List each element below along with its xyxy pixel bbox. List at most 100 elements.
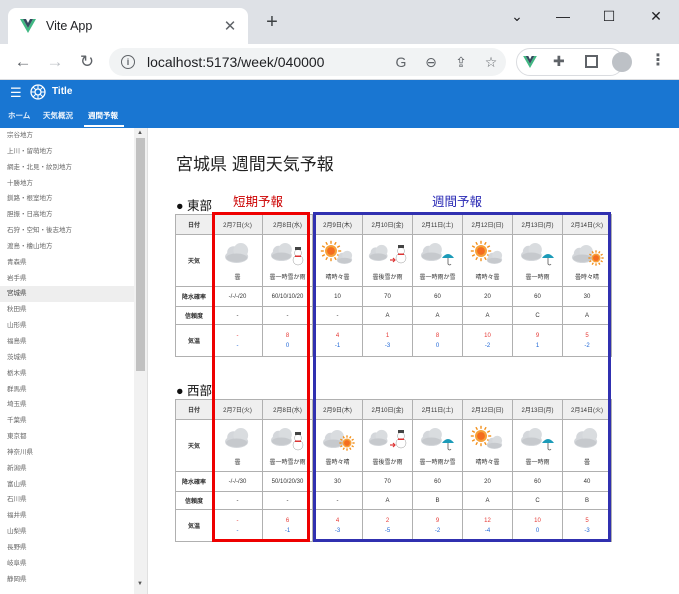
sidebar-item[interactable]: 埼玉県 [0,397,134,413]
sidebar-item[interactable]: 静岡県 [0,572,134,588]
sidebar-item[interactable]: 山形県 [0,318,134,334]
forward-icon[interactable]: → [42,49,68,75]
reliability-cell: B [412,491,463,510]
date-cell: 2月11日(土) [412,399,463,420]
sidebar-item[interactable]: 石狩・空知・後志地方 [0,223,134,239]
cloud-rain-icon [520,242,554,266]
sidebar-item[interactable]: 栃木県 [0,366,134,382]
temp-min: -5 [384,527,391,534]
weather-row: 天気曇 曇一時雪か雨 晴時々曇 曇後雪か雨 曇一時雨か雪 晴時々曇 曇一時雨 曇時々晴 [175,234,612,287]
tab-search-icon[interactable]: ⌄ [494,0,540,32]
sidebar-item[interactable]: 岐阜県 [0,556,134,572]
weather-cell: 曇 [212,234,263,287]
reliability-cell: - [212,491,263,510]
side-panel-icon[interactable] [585,55,598,68]
sidebar-item[interactable]: 茨城県 [0,350,134,366]
close-window-icon[interactable]: ✕ [633,0,679,32]
sidebar-item[interactable]: 上川・留萌地方 [0,144,134,160]
extensions-icon[interactable]: ✚ [553,53,565,70]
forecast-table-east: 日付 2月7日(火) 2月8日(水) 2月9日(木) 2月10日(金) 2月11日(土) 2… [175,214,612,357]
weather-text: 曇一時雨 [525,275,550,281]
back-icon[interactable]: ← [10,49,36,75]
sidebar-item[interactable]: 岩手県 [0,271,134,287]
temp-max: 6 [285,517,290,524]
sidebar-item[interactable]: 山梨県 [0,524,134,540]
reliability-cell: A [362,306,413,325]
reliability-cell: C [512,306,563,325]
tab-overview[interactable]: 天気概況 [43,110,73,121]
bookmark-star-icon[interactable]: ☆ [476,54,506,71]
reliability-cell: - [212,306,263,325]
temperature-cell: 4 -3 [312,509,363,542]
weather-cell: 曇一時雨 [512,234,563,287]
sidebar-item[interactable]: 十勝地方 [0,176,134,192]
weather-text: 晴時々曇 [475,275,500,281]
sidebar-item[interactable]: 宮城県 [0,286,134,303]
sidebar-item[interactable]: 渡島・檜山地方 [0,239,134,255]
weather-cell: 曇時々晴 [312,419,363,472]
sidebar-item[interactable]: 宗谷地方 [0,128,134,144]
date-cell: 2月8日(水) [262,214,313,235]
sidebar-item[interactable]: 網走・北見・紋別地方 [0,160,134,176]
vue-logo-icon [20,19,36,33]
sidebar-item[interactable]: 釧路・根室地方 [0,191,134,207]
tab-weekly-forecast[interactable]: 週間予報 [88,110,118,121]
browser-tab[interactable]: Vite App ✕ [8,8,248,44]
forecast-table-west: 日付 2月7日(火) 2月8日(水) 2月9日(木) 2月10日(金) 2月11日(土) 2… [175,399,612,542]
maximize-icon[interactable]: ☐ [586,0,632,32]
sidebar-item[interactable]: 千葉県 [0,413,134,429]
sidebar-item[interactable]: 秋田県 [0,302,134,318]
minimize-icon[interactable]: — [540,0,586,32]
zoom-icon[interactable]: ⊖ [416,54,446,71]
weather-text: 曇後雪か雨 [372,460,403,466]
address-bar[interactable]: i localhost:5173/week/040000 G ⊖ ⇪ ☆ [109,48,506,76]
more-menu-icon[interactable]: ⋮ [650,50,666,70]
date-cell: 2月12日(日) [462,214,513,235]
tab-close-icon[interactable]: ✕ [218,17,242,35]
url-text[interactable]: localhost:5173/week/040000 [147,54,386,70]
weather-cell: 曇一時雨 [512,419,563,472]
temp-max: 9 [535,332,540,339]
translate-icon[interactable]: G [386,54,416,70]
scroll-down-icon[interactable]: ▼ [137,581,143,587]
temp-min: -1 [334,342,341,349]
tab-home[interactable]: ホーム [8,110,30,121]
sidebar-item[interactable]: 富山県 [0,477,134,493]
reliability-cell: A [462,491,513,510]
temp-max: 5 [585,332,589,339]
scroll-up-icon[interactable]: ▲ [137,130,143,136]
weather-row: 天気曇 曇一時雪か雨 曇時々晴 曇後雪か雨 曇一時雨か雪 晴時々曇 曇一時雨 曇 [175,419,612,472]
info-icon[interactable]: i [121,55,135,69]
sidebar-item[interactable]: 福島県 [0,334,134,350]
sidebar-item[interactable]: 東京都 [0,429,134,445]
prefecture-sidebar: 宗谷地方 上川・留萌地方 網走・北見・紋別地方 十勝地方 釧路・根室地方 胆振・日高地方石… [0,128,148,594]
sidebar-item[interactable]: 群馬県 [0,382,134,398]
hamburger-menu-icon[interactable]: ☰ [10,85,22,101]
sidebar-item[interactable]: 神奈川県 [0,445,134,461]
temp-max: 5 [585,517,589,524]
temperature-cell: 1 -3 [362,324,413,357]
date-cell: 2月10日(金) [362,214,413,235]
sidebar-item[interactable]: 長野県 [0,540,134,556]
temperature-cell: 91 [512,324,563,357]
temperature-cell: -- [212,509,263,542]
temp-min: -2 [484,342,491,349]
sidebar-item[interactable]: 胆振・日高地方 [0,207,134,223]
sun-cloud-icon [470,240,502,264]
pop-cell: 40 [562,471,612,492]
profile-avatar-icon[interactable] [612,52,632,72]
temp-min: 1 [535,342,540,349]
sidebar-item[interactable]: 新潟県 [0,461,134,477]
reliability-cell: B [562,491,612,510]
scroll-thumb[interactable] [136,138,145,371]
reload-icon[interactable]: ↻ [74,49,100,75]
row-label-date: 日付 [175,399,213,420]
share-icon[interactable]: ⇪ [446,54,476,71]
sidebar-item[interactable]: 青森県 [0,255,134,271]
pop-cell: 60 [512,471,563,492]
sidebar-item[interactable]: 福井県 [0,508,134,524]
sidebar-item[interactable]: 石川県 [0,492,134,508]
sidebar-scrollbar[interactable]: ▲ ▼ [134,128,147,594]
new-tab-icon[interactable]: + [262,12,282,32]
vue-devtools-icon[interactable] [523,56,537,68]
